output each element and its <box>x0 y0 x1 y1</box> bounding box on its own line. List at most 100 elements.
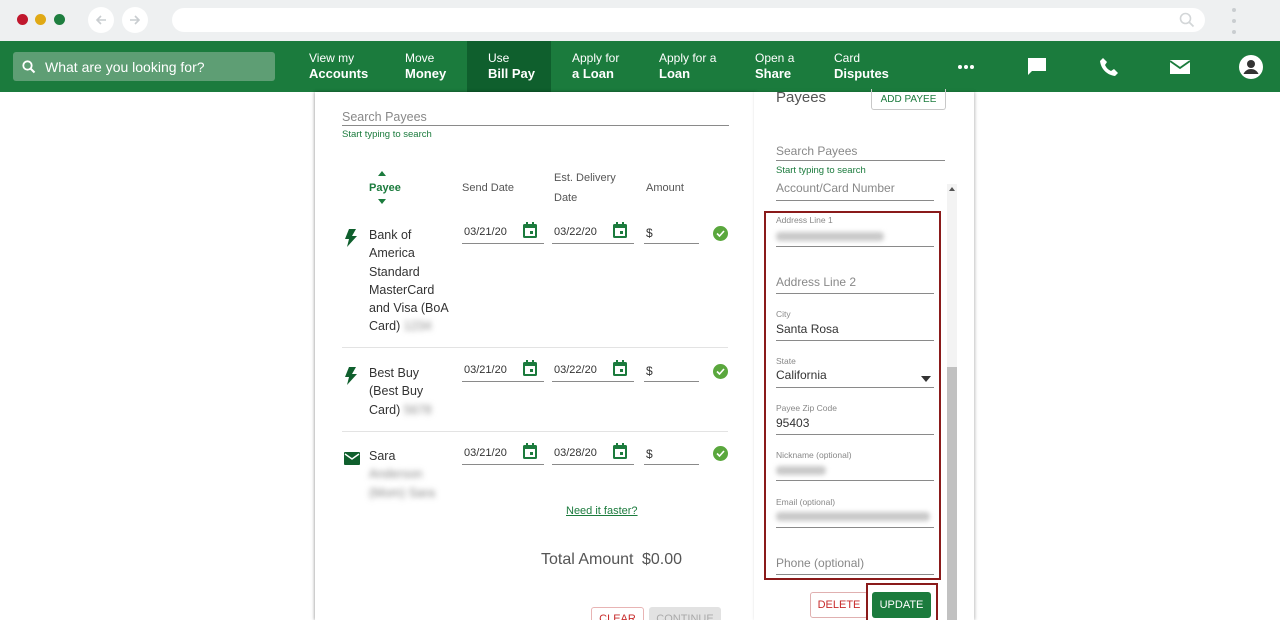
amount-currency: $ <box>646 226 653 240</box>
redacted-text: 5678 <box>403 402 432 417</box>
nav-label-line1: Apply for <box>572 51 620 65</box>
window-maximize-icon[interactable] <box>54 14 65 25</box>
phone-icon[interactable] <box>1096 54 1122 80</box>
clear-button[interactable]: CLEAR <box>591 607 644 620</box>
sort-down-icon[interactable] <box>378 199 386 204</box>
delivery-date-value: 03/28/20 <box>554 447 597 459</box>
nav-apply-loan-2[interactable]: Apply for a Loan <box>659 41 716 92</box>
scrollbar-thumb[interactable] <box>947 367 957 620</box>
send-date-field[interactable]: 03/21/20 <box>462 360 544 382</box>
payee-name-text: Sara <box>369 449 396 463</box>
need-it-faster-link[interactable]: Need it faster? <box>566 505 638 517</box>
send-date-value: 03/21/20 <box>464 226 507 238</box>
site-search-placeholder: What are you looking for? <box>45 58 205 75</box>
nav-card-disputes[interactable]: Card Disputes <box>834 41 889 92</box>
lightning-bolt-icon <box>345 367 357 385</box>
forward-button[interactable] <box>122 7 148 33</box>
send-date-field[interactable]: 03/21/20 <box>462 222 544 244</box>
calendar-icon[interactable] <box>612 360 628 377</box>
sort-up-icon[interactable] <box>378 171 386 176</box>
send-date-field[interactable]: 03/21/20 <box>462 443 544 465</box>
highlight-address-fields <box>764 211 941 580</box>
account-number-placeholder: Account/Card Number <box>776 181 895 195</box>
continue-button[interactable]: CONTINUE <box>649 607 721 620</box>
delivery-date-value: 03/22/20 <box>554 226 597 238</box>
calendar-icon[interactable] <box>612 222 628 239</box>
payee-name: Best Buy (Best Buy Card) 5678 <box>369 364 451 419</box>
delivery-date-field[interactable]: 03/28/20 <box>552 443 634 465</box>
calendar-icon[interactable] <box>522 443 538 460</box>
calendar-icon[interactable] <box>522 360 538 377</box>
nav-label-line1: Open a <box>755 51 795 65</box>
add-payee-button[interactable]: ADD PAYEE <box>871 89 946 110</box>
payments-panel: Search Payees Start typing to search Pay… <box>315 92 755 620</box>
url-bar[interactable] <box>172 8 1205 32</box>
back-button[interactable] <box>88 7 114 33</box>
nav-move-money[interactable]: Move Money <box>405 41 446 92</box>
amount-currency: $ <box>646 364 653 378</box>
browser-menu-icon[interactable] <box>1230 8 1238 34</box>
nav-open-share[interactable]: Open a Share <box>755 41 794 92</box>
delivery-date-field[interactable]: 03/22/20 <box>552 360 634 382</box>
nav-label-line1: Card <box>834 51 861 65</box>
window-close-icon[interactable] <box>17 14 28 25</box>
nav-label-line2: Loan <box>659 66 691 81</box>
send-date-value: 03/21/20 <box>464 447 507 459</box>
amount-currency: $ <box>646 447 653 461</box>
payees-search-placeholder: Search Payees <box>776 144 858 158</box>
table-row: Bank of America Standard MasterCard and … <box>315 217 755 348</box>
amount-input[interactable]: $ <box>644 445 699 465</box>
table-row: Best Buy (Best Buy Card) 5678 03/21/20 0… <box>315 348 755 432</box>
send-date-value: 03/21/20 <box>464 364 507 376</box>
amount-input[interactable]: $ <box>644 224 699 244</box>
calendar-icon[interactable] <box>522 222 538 239</box>
check-circle-icon[interactable] <box>713 226 728 241</box>
table-row: Sara Anderson (Mom) Sara 03/21/20 03/28/2… <box>315 432 755 500</box>
nav-view-accounts[interactable]: View my Accounts <box>309 41 368 92</box>
nav-label-line2: Bill Pay <box>488 66 535 81</box>
check-circle-icon[interactable] <box>713 364 728 379</box>
nav-apply-loan[interactable]: Apply for a Loan <box>572 41 619 92</box>
nav-label-line2: Disputes <box>834 66 889 81</box>
search-hint: Start typing to search <box>342 129 432 140</box>
nav-label-line1: Use <box>488 51 510 65</box>
arrow-left-icon <box>95 15 106 25</box>
nav-label-line2: Accounts <box>309 66 369 81</box>
user-account-icon[interactable] <box>1238 54 1264 80</box>
payees-search-input[interactable]: Search Payees <box>776 142 945 161</box>
nav-label-line2: Money <box>405 66 447 81</box>
nav-bill-pay[interactable]: Use Bill Pay <box>467 41 551 92</box>
scroll-up-icon[interactable] <box>949 187 955 191</box>
delivery-date-field[interactable]: 03/22/20 <box>552 222 634 244</box>
column-header-amount: Amount <box>646 182 684 194</box>
total-amount-value: $0.00 <box>642 551 683 568</box>
search-icon <box>1179 12 1195 28</box>
window-minimize-icon[interactable] <box>35 14 46 25</box>
column-header-delivery-line2: Date <box>554 192 578 204</box>
more-icon[interactable] <box>953 54 979 80</box>
check-circle-icon[interactable] <box>713 446 728 461</box>
column-header-send-date: Send Date <box>462 182 514 194</box>
mail-icon[interactable] <box>1167 54 1193 80</box>
main-navigation: What are you looking for? View my Accoun… <box>0 41 1280 92</box>
app-frame: What are you looking for? View my Accoun… <box>0 0 1280 620</box>
payees-search-hint: Start typing to search <box>776 165 866 176</box>
highlight-update-button <box>866 583 938 620</box>
arrow-right-icon <box>130 15 141 25</box>
lightning-bolt-icon <box>345 229 357 247</box>
search-icon <box>22 59 36 73</box>
payees-title: Payees <box>776 89 827 106</box>
amount-input[interactable]: $ <box>644 362 699 382</box>
column-header-payee[interactable]: Payee <box>369 178 401 198</box>
envelope-icon <box>344 452 360 465</box>
redacted-text: Anderson (Mom) Sara <box>369 467 435 500</box>
payee-search-placeholder: Search Payees <box>342 110 427 124</box>
browser-chrome <box>0 0 1280 41</box>
site-search-input[interactable]: What are you looking for? <box>13 52 275 81</box>
nav-label-line1: Apply for a <box>659 51 717 65</box>
field-underline <box>776 200 934 201</box>
chat-icon[interactable] <box>1024 54 1050 80</box>
delete-button[interactable]: DELETE <box>810 592 868 618</box>
calendar-icon[interactable] <box>612 443 628 460</box>
payee-search-input[interactable]: Search Payees <box>342 108 729 126</box>
